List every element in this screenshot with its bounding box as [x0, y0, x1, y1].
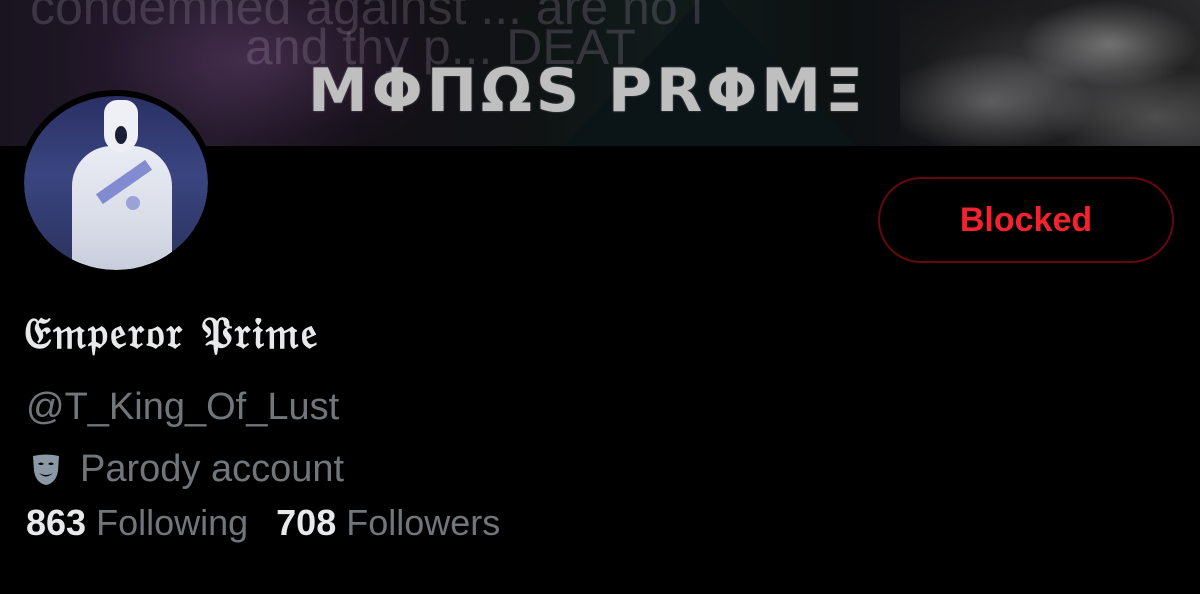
parody-label[interactable]: Parody account: [26, 448, 344, 491]
banner-title: ΜΦΠΩS PRΦΜΞ: [308, 56, 867, 126]
blocked-button-label: Blocked: [959, 200, 1093, 239]
banner-artwork: [900, 0, 1200, 146]
following-link[interactable]: 863 Following: [26, 502, 248, 544]
followers-link[interactable]: 708 Followers: [276, 502, 500, 544]
follow-stats: 863 Following 708 Followers: [26, 502, 500, 544]
avatar[interactable]: [18, 90, 214, 276]
user-handle: @T_King_Of_Lust: [26, 386, 340, 428]
avatar-figure-body: [72, 146, 172, 270]
followers-count: 708: [276, 502, 337, 543]
blocked-button[interactable]: Blocked: [878, 177, 1174, 263]
display-name: 𝔈𝔪𝔭𝔢𝔯𝔬𝔯 𝔓𝔯𝔦𝔪𝔢: [24, 308, 320, 359]
following-count: 863: [26, 502, 87, 543]
theater-mask-icon: [26, 450, 66, 490]
parody-label-text: Parody account: [80, 448, 345, 490]
avatar-figure-face: [115, 126, 127, 144]
following-label: Following: [96, 502, 249, 543]
avatar-figure-medal: [126, 196, 140, 210]
followers-label: Followers: [346, 502, 501, 543]
avatar-image: [24, 96, 208, 270]
